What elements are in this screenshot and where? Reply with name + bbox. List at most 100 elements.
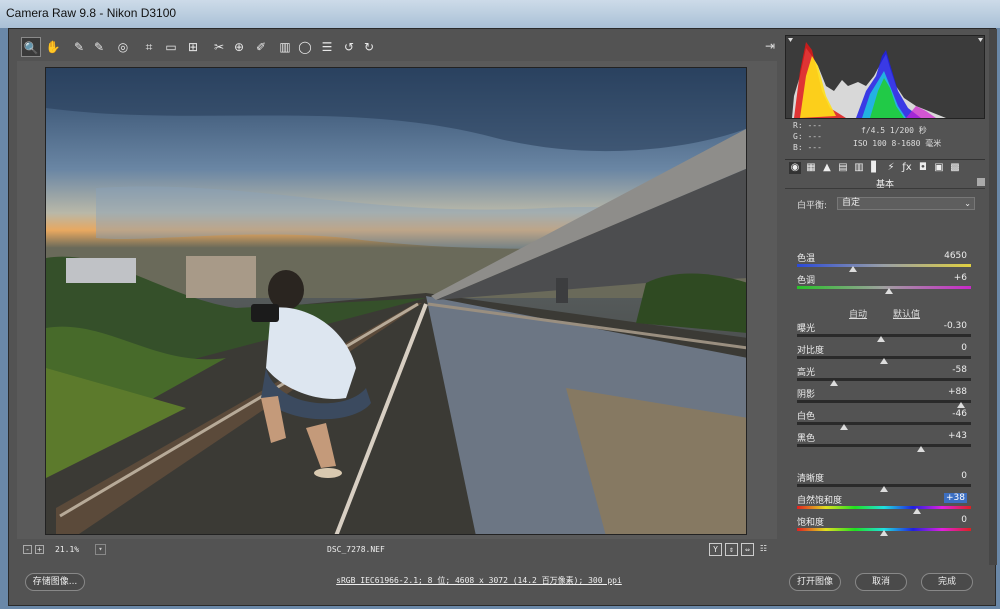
clarity-slider-row: 清晰度 0	[797, 471, 983, 492]
histogram	[785, 35, 985, 119]
tint-slider-track[interactable]	[797, 286, 971, 289]
basic-tab-icon[interactable]: ◉	[789, 162, 801, 174]
open-preferences-icon[interactable]: ⇥	[759, 39, 781, 57]
clarity-slider-thumb[interactable]	[880, 486, 888, 492]
photo-preview[interactable]	[45, 67, 747, 535]
exposure-slider-thumb[interactable]	[876, 336, 885, 342]
rotate-right-icon[interactable]: ↻	[359, 37, 379, 57]
whites-slider-track[interactable]	[797, 422, 971, 425]
copy-settings-button[interactable]: ⇔	[741, 543, 754, 556]
saturation-slider-thumb[interactable]	[880, 530, 888, 536]
blacks-value[interactable]: +43	[948, 431, 967, 441]
vibrance-slider-thumb[interactable]	[913, 508, 922, 514]
rotate-left-icon[interactable]: ↺	[339, 37, 359, 57]
split-toning-tab-icon[interactable]: ▥	[853, 162, 865, 174]
graduated-filter-icon[interactable]: ▥	[275, 37, 295, 57]
view-settings-icon[interactable]: ☷	[757, 543, 770, 556]
shadows-slider-thumb[interactable]	[956, 402, 965, 408]
contrast-value[interactable]: 0	[961, 343, 967, 353]
clarity-value[interactable]: 0	[961, 471, 967, 481]
temperature-label: 色温	[797, 254, 816, 264]
zoom-in-button[interactable]: +	[35, 545, 44, 554]
readout-b: B: ---	[793, 143, 822, 152]
camera-calibration-tab-icon[interactable]: ◘	[917, 162, 929, 174]
hand-tool-icon[interactable]: ✋	[43, 37, 63, 57]
tone-curve-tab-icon[interactable]: ▦	[805, 162, 817, 174]
done-button[interactable]: 完成	[921, 573, 973, 591]
saturation-label: 饱和度	[797, 518, 825, 528]
color-sampler-tool-icon[interactable]: ✎	[89, 37, 109, 57]
vibrance-slider-row: 自然饱和度 +38	[797, 493, 983, 514]
title-bar: Camera Raw 9.8 - Nikon D3100	[0, 0, 1000, 28]
zoom-tool-icon[interactable]: 🔍	[21, 37, 41, 57]
vibrance-value[interactable]: +38	[944, 493, 967, 503]
shadows-slider-track[interactable]	[797, 400, 971, 403]
cancel-button[interactable]: 取消	[855, 573, 907, 591]
swap-before-after-button[interactable]: ⇕	[725, 543, 738, 556]
temperature-value[interactable]: 4650	[944, 251, 967, 261]
dialog-footer: 存储图像... sRGB IEC61966-2.1; 8 位; 4608 x 3…	[9, 565, 997, 607]
exposure-label: 曝光	[797, 324, 816, 334]
lens-corrections-tab-icon[interactable]: ▋	[869, 162, 881, 174]
tint-value[interactable]: +6	[954, 273, 967, 283]
hsl-tab-icon[interactable]: ▤	[837, 162, 849, 174]
detail-tab-icon[interactable]: ▲	[821, 162, 833, 174]
toolbar: ⇥ 🔍 ✋ ✎ ✎ ◎ ⌗ ▭ ⊞ ✂ ⊕ ✐ ▥ ◯ ☰ ↺ ↻	[19, 37, 775, 61]
section-title: 基本	[785, 177, 985, 190]
saturation-value[interactable]: 0	[961, 515, 967, 525]
save-image-button[interactable]: 存储图像...	[25, 573, 85, 591]
presets-tab-icon[interactable]: ▣	[933, 162, 945, 174]
adjustments-panel: R: --- G: --- B: --- f/4.5 1/200 秒 ISO 1…	[785, 35, 987, 561]
whites-value[interactable]: -46	[952, 409, 967, 419]
temperature-slider-track[interactable]	[797, 264, 971, 267]
highlights-slider-track[interactable]	[797, 378, 971, 381]
red-eye-tool-icon[interactable]: ⊕	[229, 37, 249, 57]
default-link[interactable]: 默认值	[893, 307, 920, 320]
vibrance-label: 自然饱和度	[797, 496, 843, 506]
adjustment-brush-icon[interactable]: ✐	[251, 37, 271, 57]
clarity-label: 清晰度	[797, 474, 825, 484]
zoom-dropdown[interactable]: ▾	[95, 544, 106, 555]
whites-slider-row: 白色 -46	[797, 409, 983, 430]
white-balance-value: 自定	[842, 198, 861, 208]
contrast-slider-row: 对比度 0	[797, 343, 983, 364]
highlights-value[interactable]: -58	[952, 365, 967, 375]
panel-scrollbar[interactable]	[989, 29, 997, 565]
white-balance-select[interactable]: 自定 ⌄	[837, 197, 975, 210]
photo-image	[46, 68, 746, 534]
contrast-slider-thumb[interactable]	[880, 358, 888, 364]
white-balance-row: 白平衡: 自定 ⌄	[797, 197, 983, 211]
shadows-value[interactable]: +88	[948, 387, 967, 397]
panel-menu-icon[interactable]	[977, 178, 985, 186]
straighten-tool-icon[interactable]: ▭	[161, 37, 181, 57]
highlights-slider-row: 高光 -58	[797, 365, 983, 386]
highlights-slider-thumb[interactable]	[829, 380, 838, 386]
crop-tool-icon[interactable]: ⌗	[139, 37, 159, 57]
white-balance-tool-icon[interactable]: ✎	[69, 37, 89, 57]
vibrance-slider-track[interactable]	[797, 506, 971, 509]
fx-tab-icon[interactable]: ƒx	[901, 162, 913, 174]
transform-tool-icon[interactable]: ⊞	[183, 37, 203, 57]
open-image-button[interactable]: 打开图像	[789, 573, 841, 591]
tint-slider-thumb[interactable]	[885, 288, 894, 294]
preferences-icon[interactable]: ☰	[317, 37, 337, 57]
temperature-slider-row: 色温 4650	[797, 251, 983, 272]
file-name: DSC_7278.NEF	[327, 545, 385, 554]
temperature-slider-thumb[interactable]	[848, 266, 857, 272]
blacks-slider-thumb[interactable]	[917, 446, 926, 452]
readout-r: R: ---	[793, 121, 822, 130]
snapshots-tab-icon[interactable]: ▩	[949, 162, 961, 174]
exposure-value[interactable]: -0.30	[944, 321, 967, 331]
targeted-adjustment-tool-icon[interactable]: ◎	[113, 37, 133, 57]
spot-removal-tool-icon[interactable]: ✂	[209, 37, 229, 57]
before-after-y-button[interactable]: Y	[709, 543, 722, 556]
zoom-out-button[interactable]: -	[23, 545, 32, 554]
blacks-slider-track[interactable]	[797, 444, 971, 447]
white-balance-label: 白平衡:	[797, 201, 828, 211]
whites-slider-thumb[interactable]	[839, 424, 848, 430]
radial-filter-icon[interactable]: ◯	[295, 37, 315, 57]
shadows-slider-row: 阴影 +88	[797, 387, 983, 408]
effects-tab-icon[interactable]: ⚡	[885, 162, 897, 174]
auto-link[interactable]: 自动	[849, 307, 867, 320]
workflow-options-link[interactable]: sRGB IEC61966-2.1; 8 位; 4608 x 3072 (14.…	[289, 575, 669, 586]
